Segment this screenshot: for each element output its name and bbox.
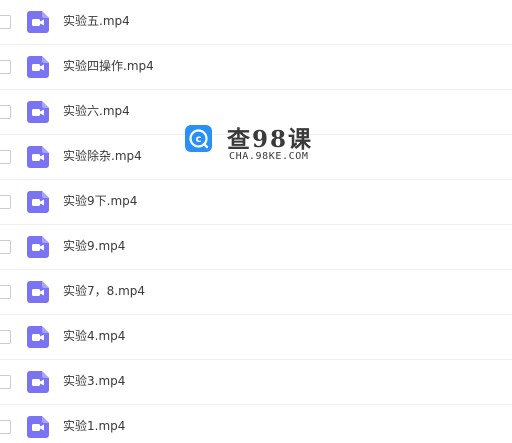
video-file-icon: [27, 11, 49, 33]
video-file-icon: [27, 281, 49, 303]
file-row[interactable]: 实验4.mp4: [0, 315, 512, 360]
file-name[interactable]: 实验六.mp4: [63, 103, 130, 119]
file-name[interactable]: 实验9下.mp4: [63, 193, 137, 209]
video-file-icon: [27, 236, 49, 258]
video-file-icon: [27, 416, 49, 438]
file-row[interactable]: 实验3.mp4: [0, 360, 512, 405]
file-name[interactable]: 实验四操作.mp4: [63, 58, 154, 74]
row-checkbox[interactable]: [0, 330, 11, 344]
video-file-icon: [27, 191, 49, 213]
video-file-icon: [27, 56, 49, 78]
file-name[interactable]: 实验五.mp4: [63, 13, 130, 29]
row-checkbox[interactable]: [0, 150, 11, 164]
watermark-logo-icon: c: [185, 125, 212, 152]
video-file-icon: [27, 101, 49, 123]
watermark: c 查98课 CHA.98KE.COM: [183, 120, 323, 170]
file-name[interactable]: 实验7，8.mp4: [63, 283, 145, 299]
file-row[interactable]: 实验7，8.mp4: [0, 270, 512, 315]
file-row[interactable]: 实验9下.mp4: [0, 180, 512, 225]
row-checkbox[interactable]: [0, 105, 11, 119]
file-row[interactable]: 实验1.mp4: [0, 405, 512, 443]
file-list: 实验五.mp4 实验四操作.mp4 实验六.mp4 实验除杂.mp4 实验9下.…: [0, 0, 512, 443]
video-file-icon: [27, 326, 49, 348]
file-row[interactable]: 实验五.mp4: [0, 0, 512, 45]
watermark-title: 查98课: [227, 126, 314, 153]
row-checkbox[interactable]: [0, 375, 11, 389]
video-file-icon: [27, 146, 49, 168]
file-row[interactable]: 实验四操作.mp4: [0, 45, 512, 90]
row-checkbox[interactable]: [0, 285, 11, 299]
file-name[interactable]: 实验4.mp4: [63, 328, 125, 344]
row-checkbox[interactable]: [0, 15, 11, 29]
file-row[interactable]: 实验9.mp4: [0, 225, 512, 270]
watermark-url: CHA.98KE.COM: [229, 151, 309, 162]
file-name[interactable]: 实验除杂.mp4: [63, 148, 142, 164]
video-file-icon: [27, 371, 49, 393]
file-name[interactable]: 实验9.mp4: [63, 238, 125, 254]
row-checkbox[interactable]: [0, 195, 11, 209]
file-name[interactable]: 实验1.mp4: [63, 418, 125, 434]
svg-text:c: c: [196, 134, 202, 145]
file-name[interactable]: 实验3.mp4: [63, 373, 125, 389]
row-checkbox[interactable]: [0, 420, 11, 434]
row-checkbox[interactable]: [0, 60, 11, 74]
row-checkbox[interactable]: [0, 240, 11, 254]
